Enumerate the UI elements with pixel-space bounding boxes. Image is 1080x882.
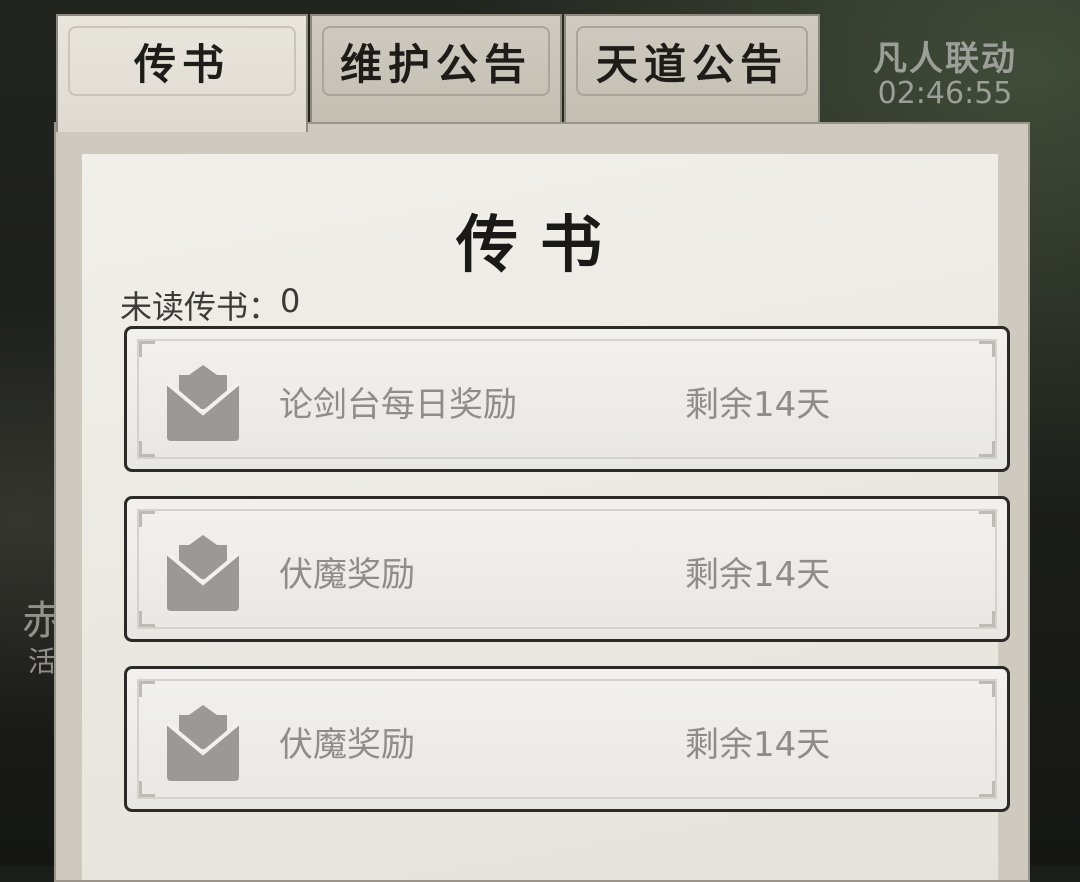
mail-list-item[interactable]: 论剑台每日奖励 剩余14天 <box>124 326 1010 472</box>
tab-heaven-notice[interactable]: 天道公告 <box>564 14 820 126</box>
unread-count: 0 <box>280 282 301 320</box>
tab-maintenance-notice[interactable]: 维护公告 <box>310 14 562 126</box>
frame-corner <box>139 441 155 457</box>
envelope-icon <box>165 365 241 441</box>
tab-letters[interactable]: 传书 <box>56 14 308 132</box>
frame-corner <box>139 511 155 527</box>
frame-corner <box>979 781 995 797</box>
frame-corner <box>139 341 155 357</box>
event-name: 凡人联动 <box>873 39 1017 79</box>
panel-title: 传书 <box>455 208 624 281</box>
mail-title: 伏魔奖励 <box>279 725 415 765</box>
mail-title: 论剑台每日奖励 <box>279 385 517 425</box>
unread-counter: 未读传书： 0 <box>120 282 300 328</box>
mail-frame <box>137 339 997 459</box>
mail-list-item[interactable]: 伏魔奖励 剩余14天 <box>124 496 1010 642</box>
event-timer[interactable]: 凡人联动 02:46:55 <box>860 39 1030 111</box>
mail-frame <box>137 679 997 799</box>
envelope-icon <box>165 535 241 611</box>
mail-remaining-days: 剩余14天 <box>685 555 831 595</box>
letters-panel: 传书 未读传书： 0 论剑台每日奖励 剩余14天 伏魔奖励 剩余14天 伏魔奖励… <box>54 122 1030 882</box>
mail-remaining-days: 剩余14天 <box>685 725 831 765</box>
frame-corner <box>979 441 995 457</box>
tab-label: 天道公告 <box>576 26 808 96</box>
frame-corner <box>139 681 155 697</box>
tab-label: 传书 <box>68 26 296 96</box>
background-text-fragment: 活 <box>28 645 57 678</box>
frame-corner <box>139 781 155 797</box>
event-countdown: 02:46:55 <box>877 75 1013 111</box>
mail-frame <box>137 509 997 629</box>
tab-label: 维护公告 <box>322 26 550 96</box>
mail-title: 伏魔奖励 <box>279 555 415 595</box>
mail-remaining-days: 剩余14天 <box>685 385 831 425</box>
envelope-icon <box>165 705 241 781</box>
frame-corner <box>139 611 155 627</box>
letters-panel-body: 传书 未读传书： 0 论剑台每日奖励 剩余14天 伏魔奖励 剩余14天 伏魔奖励… <box>82 154 1010 880</box>
frame-corner <box>979 611 995 627</box>
unread-label: 未读传书： <box>120 288 281 326</box>
frame-corner <box>979 511 995 527</box>
frame-corner <box>979 341 995 357</box>
mail-list-item[interactable]: 伏魔奖励 剩余14天 <box>124 666 1010 812</box>
frame-corner <box>979 681 995 697</box>
